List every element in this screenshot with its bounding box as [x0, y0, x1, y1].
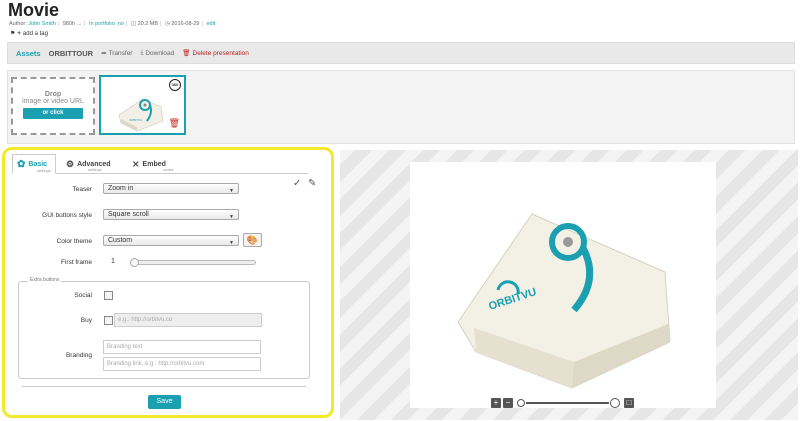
asset-thumbnail[interactable]: ORBITVU 360 🗑 — [99, 75, 186, 135]
divider — [22, 386, 306, 387]
database-icon: ◫ — [130, 21, 137, 27]
transfer-button[interactable]: ➦ Transfer — [101, 49, 133, 58]
branding-link-input[interactable]: Branding link, e.g.: http://orbitvu.com — [103, 357, 261, 371]
branding-text-input[interactable]: Branding text — [103, 340, 261, 354]
delete-label: Delete presentation — [192, 49, 249, 57]
color-theme-label: Color theme — [56, 238, 92, 245]
edit-link[interactable]: edit — [206, 21, 215, 27]
tab-assets[interactable]: Assets — [16, 49, 41, 58]
file-size: 20.2 MB — [137, 21, 159, 27]
social-checkbox[interactable] — [104, 291, 113, 300]
tag-icon: ⚑ — [10, 31, 16, 37]
plus-icon: + — [17, 30, 21, 37]
gui-style-select[interactable]: Square scroll ▼ — [103, 209, 239, 220]
color-theme-value: Custom — [108, 237, 133, 244]
drop-zone[interactable]: Drop image or video URL or click — [11, 77, 95, 135]
arrow-icon: → — [76, 21, 83, 27]
caret-down-icon: ▼ — [229, 188, 234, 194]
author-link[interactable]: John Smith — [28, 21, 56, 27]
view-360-icon[interactable]: 360 — [169, 79, 181, 91]
drop-title: Drop — [44, 91, 62, 98]
created-date: 2016-08-29 — [171, 21, 200, 27]
views-count: 980h — [62, 21, 75, 27]
brush-tool-icon[interactable]: ✎ — [308, 178, 316, 189]
rotate-icon[interactable] — [610, 398, 620, 408]
tab-embed[interactable]: ⨯ Embed codes — [132, 154, 174, 174]
add-tag-label: add a tag — [22, 30, 48, 37]
author-label: Author: — [9, 21, 27, 27]
pin-icon[interactable]: ✓ — [293, 178, 301, 189]
clock-icon: ◷ — [165, 21, 170, 27]
branding-label: Branding — [65, 352, 92, 359]
share-arrow-icon: ➦ — [101, 50, 107, 57]
tab-orbittour[interactable]: ORBITTOUR — [49, 49, 93, 58]
presentation-toolbar: Assets ORBITTOUR ➦ Transfer ⤓ Download 🗑 De… — [7, 42, 795, 64]
teaser-select[interactable]: Zoom in ▼ — [103, 183, 239, 194]
download-icon: ⤓ — [140, 49, 144, 56]
first-frame-value: 1 — [111, 258, 115, 265]
product-viewer[interactable]: ORBITVU — [410, 162, 716, 408]
download-label: Download — [145, 49, 175, 57]
buy-label: Buy — [80, 317, 92, 324]
gear-icon: ⚙ — [66, 158, 75, 169]
add-tag[interactable]: ⚑ + add a tag — [10, 30, 48, 38]
buy-link-input[interactable]: e.g.: http://orbitvu.co — [114, 313, 262, 327]
viewer-controls: + − □ — [491, 398, 637, 410]
first-frame-slider-handle[interactable] — [130, 258, 139, 267]
page-title: Movie — [8, 0, 60, 20]
teaser-value: Zoom in — [108, 185, 134, 192]
portfolio-status[interactable]: In portfolio: no — [89, 21, 124, 27]
brush-icon: ✿ — [17, 158, 26, 170]
upload-button[interactable]: or click — [23, 108, 83, 119]
product-image: ORBITVU — [457, 213, 671, 389]
drop-subtitle: image or video URL — [22, 98, 84, 105]
presentation-meta: Author: John Smith | 980h → | In portfolio… — [9, 21, 216, 27]
first-frame-label: First frame — [60, 259, 92, 266]
buy-checkbox[interactable] — [104, 316, 113, 325]
tab-basic-sub: settings — [37, 168, 51, 173]
zoom-slider-track[interactable] — [526, 402, 609, 404]
color-theme-select[interactable]: Custom ▼ — [103, 235, 239, 246]
tab-advanced-sub: settings — [88, 167, 102, 172]
delete-asset-icon[interactable]: 🗑 — [169, 118, 180, 129]
zoom-in-icon[interactable]: + — [491, 398, 501, 408]
fullscreen-icon[interactable]: □ — [624, 398, 634, 408]
gui-style-label: GUI buttons style — [42, 212, 92, 219]
tab-embed-sub: codes — [163, 167, 174, 172]
trash-icon: 🗑 — [182, 50, 191, 57]
thumb-brand: ORBITVU — [129, 118, 142, 122]
palette-icon[interactable]: 🎨 — [243, 233, 262, 247]
zoom-out-icon[interactable]: − — [503, 398, 513, 408]
gui-style-value: Square scroll — [108, 211, 149, 218]
caret-down-icon: ▼ — [229, 214, 234, 220]
share-icon: ⨯ — [132, 158, 140, 169]
social-label: Social — [74, 292, 92, 299]
zoom-slider-handle[interactable] — [517, 399, 525, 407]
download-button[interactable]: ⤓ Download — [140, 49, 174, 57]
delete-presentation-button[interactable]: 🗑 Delete presentation — [182, 49, 249, 58]
transfer-label: Transfer — [108, 49, 133, 57]
first-frame-slider[interactable] — [130, 258, 256, 267]
teaser-label: Teaser — [72, 186, 92, 193]
tab-basic-label: Basic — [28, 160, 48, 168]
caret-down-icon: ▼ — [229, 240, 234, 246]
save-button[interactable]: Save — [148, 395, 181, 409]
tab-basic[interactable]: ✿ Basic settings — [12, 154, 56, 174]
tab-advanced[interactable]: ⚙ Advanced settings — [66, 154, 111, 174]
extra-buttons-legend: Extra buttons — [28, 277, 62, 283]
